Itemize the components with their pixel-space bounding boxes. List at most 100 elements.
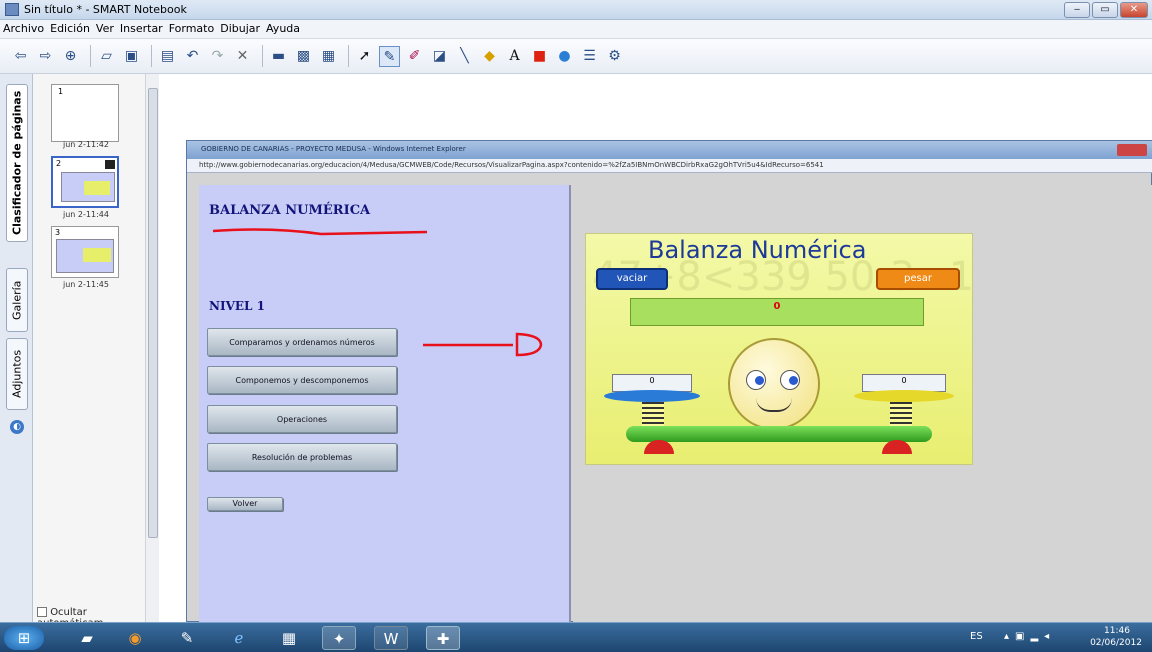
table-icon[interactable]: ☰ <box>579 46 600 67</box>
compose-decompose-button[interactable]: Componemos y descomponemos <box>207 366 397 394</box>
left-spring <box>642 402 664 428</box>
line-icon[interactable]: ╲ <box>454 46 475 67</box>
pen-icon[interactable]: ✎ <box>379 45 400 67</box>
menu-ver[interactable]: Ver <box>93 20 117 37</box>
minimize-button[interactable]: ‒ <box>1064 2 1090 18</box>
internet-explorer-icon[interactable]: ℯ <box>222 626 256 650</box>
eraser-icon[interactable]: ◪ <box>429 46 450 67</box>
menu-ayuda[interactable]: Ayuda <box>263 20 303 37</box>
word-task[interactable]: W <box>374 626 408 650</box>
shape-icon[interactable]: ◆ <box>479 46 500 67</box>
ink-arrow <box>423 332 543 357</box>
operations-button[interactable]: Operaciones <box>207 405 397 433</box>
app-icon <box>5 3 19 16</box>
autohide-checkbox[interactable]: Ocultar automáticam <box>37 607 145 629</box>
game-title: Balanza Numérica <box>648 236 867 264</box>
sorter-scrollbar[interactable] <box>145 74 159 622</box>
page-time-3: jun 2-11:45 <box>63 280 109 289</box>
text-icon[interactable]: A <box>504 46 525 67</box>
clock-date[interactable]: 02/06/2012 <box>1086 638 1146 648</box>
page-preview <box>56 239 114 273</box>
toolbar-separator <box>90 45 91 67</box>
close-button[interactable]: ✕ <box>1120 2 1148 18</box>
menu-formato[interactable]: Formato <box>166 20 218 37</box>
left-foot <box>644 440 674 454</box>
screen-shade-icon[interactable]: ▬ <box>268 46 289 67</box>
tab-gallery[interactable]: Galería <box>6 268 28 332</box>
smart-tools-task[interactable]: ✚ <box>426 626 460 650</box>
ink-underline <box>212 228 428 236</box>
explorer-icon[interactable]: ▰ <box>70 626 104 650</box>
level-heading: NIVEL 1 <box>209 299 266 313</box>
browser-address: http://www.gobiernodecanarias.org/educac… <box>187 159 1152 173</box>
tab-attachments[interactable]: Adjuntos <box>6 338 28 410</box>
settings-icon[interactable]: ⚙ <box>604 46 625 67</box>
game-area: 47+8<339 50-3=12/6 Balanza Numérica vaci… <box>573 185 1152 623</box>
page-thumbnail-2[interactable]: 2 <box>51 156 119 208</box>
right-spring <box>890 402 912 428</box>
page-time-1: jun 2-11:42 <box>63 140 109 149</box>
page-number: 2 <box>56 159 62 168</box>
start-button[interactable]: ⊞ <box>4 626 44 650</box>
smart-notebook-task[interactable]: ✦ <box>322 626 356 650</box>
creative-pen-icon[interactable]: ✐ <box>404 46 425 67</box>
save-icon[interactable]: ▣ <box>121 46 142 67</box>
page-preview <box>61 172 115 202</box>
right-foot <box>882 440 912 454</box>
media-player-icon[interactable]: ◉ <box>118 626 152 650</box>
redo-icon[interactable]: ↷ <box>207 46 228 67</box>
undo-icon[interactable]: ↶ <box>182 46 203 67</box>
back-icon[interactable]: ⇦ <box>10 46 31 67</box>
tray-icons[interactable]: ▴▣▂◂ <box>1004 631 1055 642</box>
toolbar: ⇦ ⇨ ⊕ ▱ ▣ ▤ ↶ ↷ ✕ ▬ ▩ ▦ ➚ ✎ ✐ ◪ ╲ ◆ A ■ … <box>0 39 1152 74</box>
paint-icon[interactable]: ✎ <box>170 626 204 650</box>
menu-dibujar[interactable]: Dibujar <box>217 20 263 37</box>
tab-page-sorter[interactable]: Clasificador de páginas <box>6 84 28 242</box>
page-number: 3 <box>55 228 61 237</box>
language-indicator[interactable]: ES <box>970 631 983 642</box>
browser-title: GOBIERNO DE CANARIAS - PROYECTO MEDUSA -… <box>187 141 1152 159</box>
maximize-button[interactable]: ▭ <box>1092 2 1118 18</box>
problem-solving-button[interactable]: Resolución de problemas <box>207 443 397 471</box>
page-thumbnail-1[interactable]: 1 <box>51 84 119 142</box>
delete-icon[interactable]: ✕ <box>232 46 253 67</box>
paste-icon[interactable]: ▤ <box>157 46 178 67</box>
open-icon[interactable]: ▱ <box>96 46 117 67</box>
menu-archivo[interactable]: Archivo <box>0 20 47 37</box>
empty-button[interactable]: vaciar <box>596 268 668 290</box>
menu-bar: Archivo Edición Ver Insertar Formato Dibujar A… <box>0 20 1152 39</box>
embedded-browser-screenshot[interactable]: GOBIERNO DE CANARIAS - PROYECTO MEDUSA -… <box>186 140 1152 623</box>
left-plate <box>604 390 700 402</box>
side-tabs: Clasificador de páginas Galería Adjuntos… <box>0 74 33 622</box>
back-button[interactable]: Volver <box>207 497 283 511</box>
window-title: Sin título * - SMART Notebook <box>24 3 187 16</box>
smiley-face <box>728 338 820 430</box>
page-heading: BALANZA NUMÉRICA <box>209 203 371 218</box>
number-balance-game[interactable]: 47+8<339 50-3=12/6 Balanza Numérica vaci… <box>585 233 973 465</box>
fill-icon[interactable]: ■ <box>529 46 550 67</box>
compare-numbers-button[interactable]: Comparamos y ordenamos números <box>207 328 397 356</box>
page-menu-icon[interactable] <box>105 160 115 169</box>
menu-insertar[interactable]: Insertar <box>117 20 166 37</box>
right-plate <box>854 390 954 402</box>
scrollbar-thumb[interactable] <box>148 88 158 538</box>
toolbar-separator <box>151 45 152 67</box>
page-thumbnail-3[interactable]: 3 <box>51 226 119 278</box>
browser-close-icon <box>1117 144 1147 156</box>
forward-icon[interactable]: ⇨ <box>35 46 56 67</box>
gallery-icon[interactable]: ● <box>554 46 575 67</box>
select-icon[interactable]: ➚ <box>354 46 375 67</box>
add-page-icon[interactable]: ⊕ <box>60 46 81 67</box>
toolbar-separator <box>348 45 349 67</box>
page-sorter: 1 jun 2-11:42 2 jun 2-11:44 3 jun 2-11:4… <box>33 74 158 629</box>
weigh-button[interactable]: pesar <box>876 268 960 290</box>
page-time-2: jun 2-11:44 <box>63 210 109 219</box>
full-screen-icon[interactable]: ▩ <box>293 46 314 67</box>
menu-edicion[interactable]: Edición <box>47 20 93 37</box>
taskbar: ⊞ ▰ ◉ ✎ ℯ ▦ ✦ W ✚ ES ▴▣▂◂ 11:46 02/06/20… <box>0 622 1152 652</box>
screen-capture-icon[interactable]: ▦ <box>318 46 339 67</box>
toolbar-separator <box>262 45 263 67</box>
properties-icon[interactable]: ◐ <box>10 420 24 434</box>
clock-time[interactable]: 11:46 <box>1092 626 1142 636</box>
calculator-icon[interactable]: ▦ <box>272 626 306 650</box>
